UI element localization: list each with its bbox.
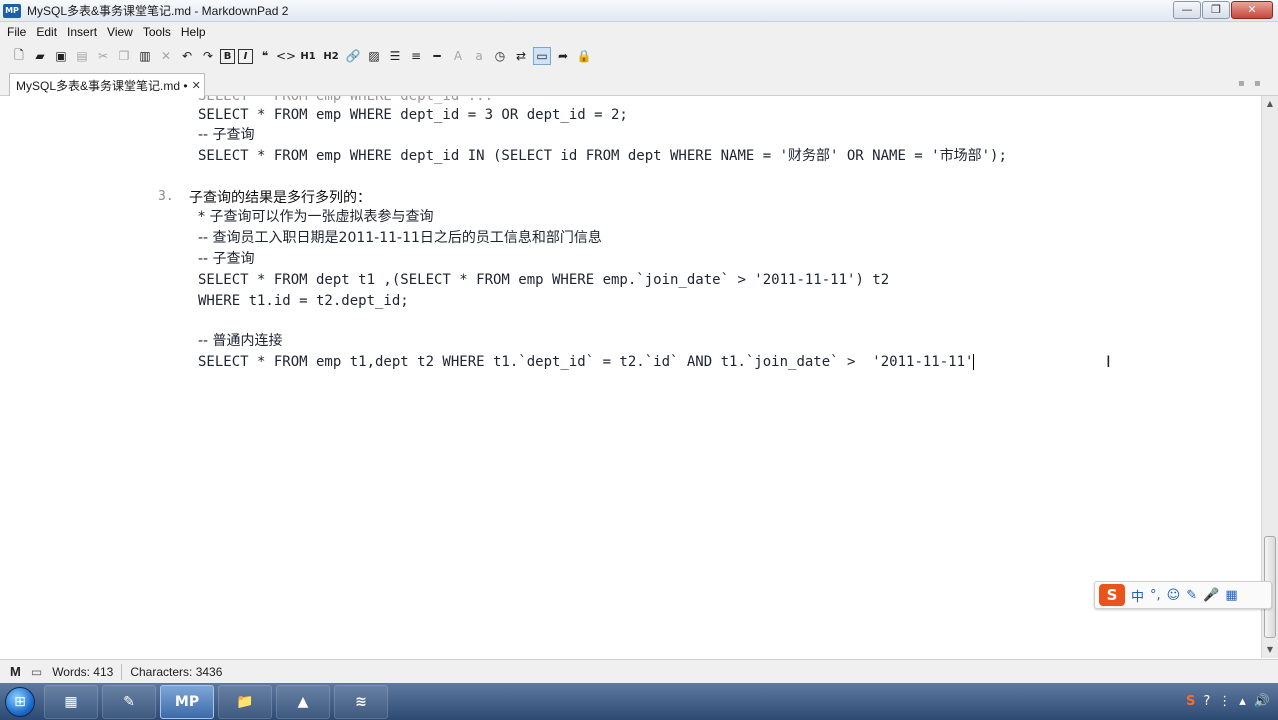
- tab-scroll-right-icon[interactable]: ▪: [1254, 78, 1264, 89]
- editor-line-text: SELECT * FROM emp t1,dept t2 WHERE t1.`d…: [198, 354, 974, 370]
- uppercase-icon[interactable]: A: [449, 47, 467, 65]
- menu-edit[interactable]: Edit: [36, 25, 57, 39]
- system-tray: S ? ⋮ ▴ 🔊: [1186, 683, 1278, 720]
- sogou-logo-icon[interactable]: S: [1099, 584, 1125, 606]
- quote-icon[interactable]: ❝: [256, 47, 274, 65]
- ime-handwrite-icon[interactable]: ✎: [1186, 588, 1197, 603]
- scroll-up-icon[interactable]: ▲: [1262, 96, 1278, 112]
- menu-tools[interactable]: Tools: [143, 25, 171, 39]
- new-file-icon[interactable]: 🗋: [10, 47, 28, 65]
- italic-icon[interactable]: I: [238, 48, 253, 64]
- editor-line: SELECT * FROM dept t1 ,(SELECT * FROM em…: [198, 272, 890, 288]
- taskbar-app-editor[interactable]: ✎: [102, 684, 156, 719]
- list-number: 3.: [158, 189, 174, 204]
- save-icon[interactable]: ▣: [52, 47, 70, 65]
- character-count: Characters: 3436: [130, 664, 223, 679]
- hr-icon[interactable]: ━: [428, 47, 446, 65]
- export-icon[interactable]: ➦: [554, 47, 572, 65]
- taskbar-app-other[interactable]: ≋: [334, 684, 388, 719]
- bullet-list-icon[interactable]: ☰: [386, 47, 404, 65]
- word-count: Words: 413: [52, 664, 114, 679]
- document-icon[interactable]: ▭: [31, 665, 42, 679]
- taskbar-app-orange[interactable]: ▲: [276, 684, 330, 719]
- start-button[interactable]: ⊞: [0, 684, 40, 720]
- tray-sogou-icon[interactable]: S: [1186, 694, 1195, 709]
- code-icon[interactable]: <>: [276, 47, 296, 65]
- editor-pane[interactable]: SELECT * FROM emp WHERE dept_id ... SELE…: [6, 96, 1260, 658]
- editor-line: WHERE t1.id = t2.dept_id;: [198, 293, 409, 309]
- delete-icon[interactable]: ✕: [157, 47, 175, 65]
- ime-voice-icon[interactable]: 🎤: [1203, 588, 1219, 603]
- numbered-list-icon[interactable]: ≡: [407, 47, 425, 65]
- save-all-icon[interactable]: ▤: [73, 47, 91, 65]
- taskbar-app-markdownpad[interactable]: MP: [160, 684, 214, 719]
- tab-document[interactable]: MySQL多表&事务课堂笔记.md • ✕: [9, 73, 205, 96]
- list-heading: 子查询的结果是多行多列的：: [189, 190, 371, 206]
- tray-help-icon[interactable]: ?: [1203, 694, 1210, 709]
- text-caret: [973, 354, 975, 370]
- taskbar-app-explorer[interactable]: 📁: [218, 684, 272, 719]
- editor-line: * 子查询可以作为一张虚拟表参与查询: [198, 209, 434, 225]
- ime-punctuation-icon[interactable]: °,: [1150, 588, 1161, 603]
- tab-scroll-left-icon[interactable]: ▪: [1238, 78, 1248, 89]
- editor-line: -- 查询员工入职日期是2011-11-11日之后的员工信息和部门信息: [198, 230, 602, 246]
- link-icon[interactable]: 🔗: [344, 47, 362, 65]
- tab-label: MySQL多表&事务课堂笔记.md •: [16, 78, 188, 93]
- ime-toolbar: S 中 °, ☺ ✎ 🎤 ▦: [1094, 581, 1272, 609]
- ibeam-cursor-icon: I: [1106, 352, 1111, 371]
- live-preview-icon[interactable]: ▭: [533, 47, 551, 65]
- preview-toggle-icon[interactable]: ⇄: [512, 47, 530, 65]
- editor-line-current: SELECT * FROM emp t1,dept t2 WHERE t1.`d…: [198, 352, 975, 372]
- close-button[interactable]: ✕: [1231, 1, 1273, 19]
- editor-line: SELECT * FROM emp WHERE dept_id = 3 OR d…: [198, 107, 628, 123]
- tab-close-icon[interactable]: ✕: [192, 79, 201, 92]
- editor-line: -- 子查询: [198, 251, 255, 267]
- menu-view[interactable]: View: [107, 25, 133, 39]
- lowercase-icon[interactable]: a: [470, 47, 488, 65]
- menu-file[interactable]: File: [7, 25, 26, 39]
- bold-icon[interactable]: B: [220, 48, 235, 64]
- status-bar: M ▭ Words: 413 Characters: 3436: [0, 659, 1278, 683]
- windows-logo-icon: ⊞: [5, 686, 35, 717]
- paste-icon[interactable]: ▥: [136, 47, 154, 65]
- open-icon[interactable]: ▰: [31, 47, 49, 65]
- lock-icon[interactable]: 🔒: [575, 47, 593, 65]
- toolbar: 🗋 ▰ ▣ ▤ ✂ ❐ ▥ ✕ ↶ ↷ B I ❝ <> H1 H2 🔗 ▨ ☰…: [0, 42, 1278, 70]
- editor-line: -- 普通内连接: [198, 333, 283, 349]
- minimize-button[interactable]: —: [1173, 1, 1201, 19]
- cut-icon[interactable]: ✂: [94, 47, 112, 65]
- ime-toolbox-icon[interactable]: ▦: [1225, 588, 1237, 603]
- vertical-scrollbar[interactable]: ▲ ▼: [1261, 96, 1278, 658]
- status-separator: [121, 663, 123, 680]
- menu-help[interactable]: Help: [181, 25, 206, 39]
- tray-expand-icon[interactable]: ▴: [1239, 694, 1246, 709]
- ime-emoji-icon[interactable]: ☺: [1167, 588, 1181, 603]
- redo-icon[interactable]: ↷: [199, 47, 217, 65]
- undo-icon[interactable]: ↶: [178, 47, 196, 65]
- image-icon[interactable]: ▨: [365, 47, 383, 65]
- menu-insert[interactable]: Insert: [67, 25, 97, 39]
- editor-line: SELECT * FROM emp WHERE dept_id IN (SELE…: [198, 148, 1007, 164]
- markdown-mode-icon[interactable]: M: [10, 664, 21, 679]
- app-logo-icon: MP: [3, 3, 21, 18]
- menu-bar: File Edit Insert View Tools Help: [0, 22, 1278, 42]
- h2-icon[interactable]: H2: [321, 47, 341, 65]
- scroll-down-icon[interactable]: ▼: [1262, 642, 1278, 658]
- timestamp-icon[interactable]: ◷: [491, 47, 509, 65]
- copy-icon[interactable]: ❐: [115, 47, 133, 65]
- title-bar: MP MySQL多表&事务课堂笔记.md - MarkdownPad 2 — ❐…: [0, 0, 1278, 22]
- tray-volume-icon[interactable]: 🔊: [1254, 694, 1270, 709]
- taskbar: ⊞ ▦ ✎ MP 📁 ▲ ≋ S ? ⋮ ▴ 🔊: [0, 683, 1278, 720]
- maximize-button[interactable]: ❐: [1202, 1, 1230, 19]
- tab-bar: MySQL多表&事务课堂笔记.md • ✕ ▪ ▪: [0, 70, 1278, 96]
- tray-network-icon[interactable]: ⋮: [1218, 694, 1231, 709]
- taskbar-app-media[interactable]: ▦: [44, 684, 98, 719]
- ime-chinese-mode[interactable]: 中: [1131, 586, 1144, 605]
- h1-icon[interactable]: H1: [298, 47, 318, 65]
- editor-line: -- 子查询: [198, 127, 255, 143]
- window-title: MySQL多表&事务课堂笔记.md - MarkdownPad 2: [27, 4, 289, 18]
